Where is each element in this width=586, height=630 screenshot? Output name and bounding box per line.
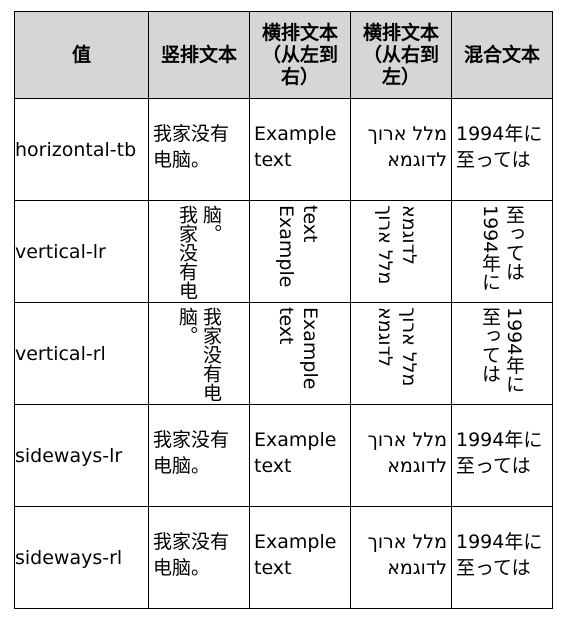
- mixed-text: 1994年に至っては: [479, 307, 525, 394]
- rtl-text: מלל ארוך לדוגמא: [367, 531, 447, 579]
- cjk-cell: 我家没有电脑。: [148, 200, 250, 303]
- ltr-text: Example text: [275, 307, 321, 390]
- ltr-cell: Example text: [249, 98, 351, 201]
- writing-mode-table: 值 竖排文本 横排文本 （从左到 右） 横排文本 （从右到 左） 混合文本 ho…: [14, 11, 553, 609]
- header-horizontal-ltr-label: 横排文本 （从左到 右）: [261, 22, 338, 88]
- ltr-text: Example text: [275, 205, 321, 288]
- rtl-text: מלל ארוך לדוגמא: [374, 205, 420, 285]
- rtl-text: מלל ארוך לדוגמא: [367, 123, 447, 171]
- value-cell: sideways-lr: [14, 404, 149, 507]
- cjk-cell: 我家没有电脑。: [148, 302, 250, 405]
- cjk-cell: 我家没有电脑。: [148, 506, 250, 609]
- cjk-cell: 我家没有电脑。: [148, 98, 250, 201]
- header-row: 值 竖排文本 横排文本 （从左到 右） 横排文本 （从右到 左） 混合文本: [14, 11, 553, 99]
- rtl-cell: מלל ארוך לדוגמא: [350, 302, 452, 405]
- mixed-text: 1994年に至っては: [479, 205, 525, 292]
- mixed-cell: 1994年に至っては: [451, 506, 553, 609]
- rtl-cell: מלל ארוך לדוגמא: [350, 200, 452, 303]
- header-horizontal-ltr: 横排文本 （从左到 右）: [249, 11, 351, 99]
- cjk-text: 我家没有电脑。: [153, 123, 230, 171]
- value-cell: horizontal-tb: [14, 98, 149, 201]
- ltr-text: Example text: [254, 123, 337, 171]
- header-vertical-text: 竖排文本: [148, 11, 250, 99]
- table-row: horizontal-tb 我家没有电脑。 Example text מלל א…: [14, 98, 553, 201]
- mixed-cell: 1994年に至っては: [451, 404, 553, 507]
- mixed-cell: 1994年に至っては: [451, 302, 553, 405]
- rtl-cell: מלל ארוך לדוגמא: [350, 506, 452, 609]
- mixed-text: 1994年に至っては: [456, 531, 543, 579]
- ltr-cell: Example text: [249, 200, 351, 303]
- value-cell: vertical-rl: [14, 302, 149, 405]
- header-horizontal-rtl-label: 横排文本 （从右到 左）: [362, 22, 439, 88]
- table-row: sideways-lr 我家没有电脑。 Example text מלל ארו…: [14, 404, 553, 507]
- rtl-text: מלל ארוך לדוגמא: [367, 429, 447, 477]
- ltr-text: Example text: [254, 531, 337, 579]
- mixed-cell: 1994年に至っては: [451, 200, 553, 303]
- table-row: vertical-rl 我家没有电脑。 Example text מלל ארו…: [14, 302, 553, 405]
- ltr-text: Example text: [254, 429, 337, 477]
- ltr-cell: Example text: [249, 506, 351, 609]
- header-mixed-text: 混合文本: [451, 11, 553, 99]
- table-row: vertical-lr 我家没有电脑。 Example text מלל ארו…: [14, 200, 553, 303]
- cjk-text: 我家没有电脑。: [153, 531, 230, 579]
- mixed-text: 1994年に至っては: [456, 123, 543, 171]
- rtl-cell: מלל ארוך לדוגמא: [350, 98, 452, 201]
- header-horizontal-rtl: 横排文本 （从右到 左）: [350, 11, 452, 99]
- ltr-cell: Example text: [249, 404, 351, 507]
- mixed-cell: 1994年に至っては: [451, 98, 553, 201]
- header-value: 值: [14, 11, 149, 99]
- cjk-text: 我家没有电脑。: [176, 307, 222, 402]
- value-cell: vertical-lr: [14, 200, 149, 303]
- cjk-cell: 我家没有电脑。: [148, 404, 250, 507]
- value-cell: sideways-rl: [14, 506, 149, 609]
- rtl-text: מלל ארוך לדוגמא: [374, 307, 420, 387]
- ltr-cell: Example text: [249, 302, 351, 405]
- rtl-cell: מלל ארוך לדוגמא: [350, 404, 452, 507]
- table-row: sideways-rl 我家没有电脑。 Example text מלל ארו…: [14, 506, 553, 609]
- cjk-text: 我家没有电脑。: [176, 205, 222, 300]
- mixed-text: 1994年に至っては: [456, 429, 543, 477]
- cjk-text: 我家没有电脑。: [153, 429, 230, 477]
